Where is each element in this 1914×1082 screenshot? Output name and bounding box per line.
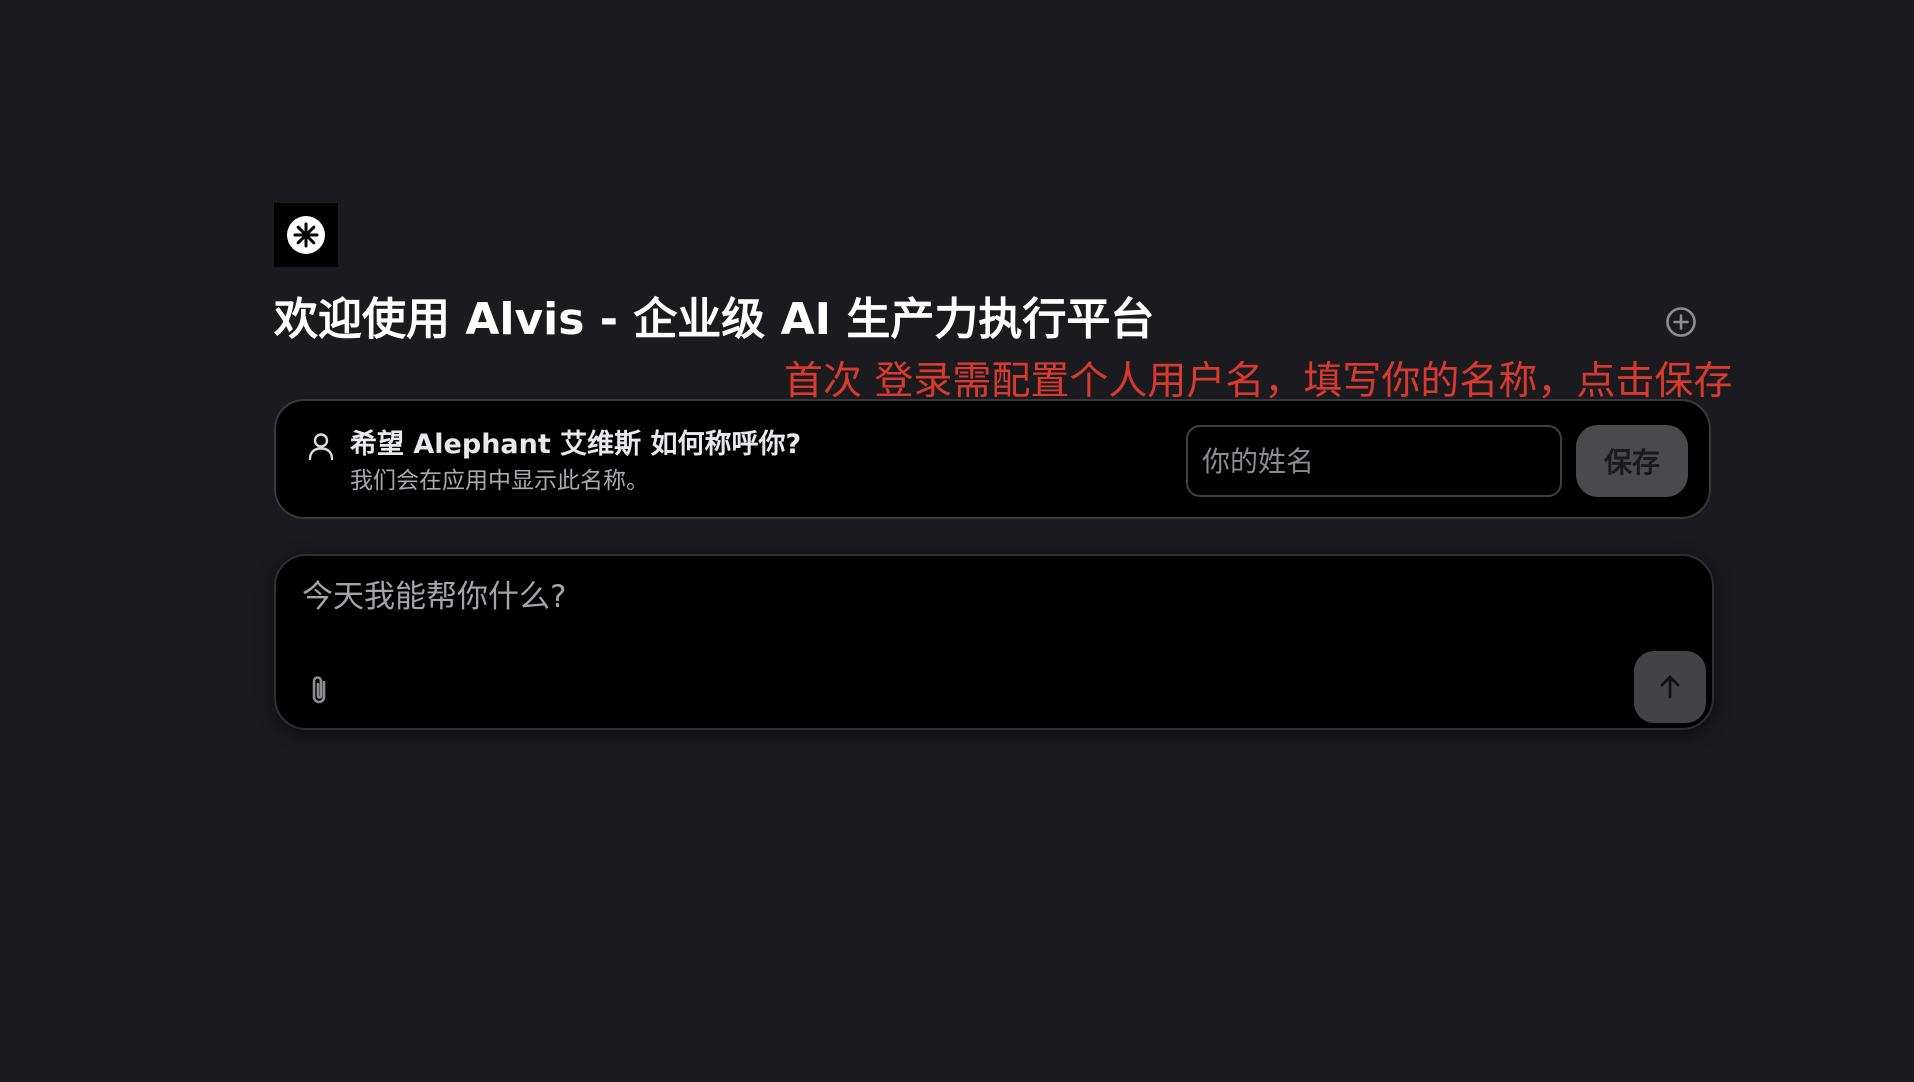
paperclip-icon: [312, 676, 326, 704]
asterisk-circle-logo-icon: [287, 216, 325, 254]
attach-button[interactable]: [304, 672, 336, 708]
setup-annotation: 首次 登录需配置个人用户名，填写你的名称，点击保存: [784, 359, 1733, 404]
chat-composer: [274, 554, 1714, 730]
send-button[interactable]: [1634, 651, 1706, 723]
name-prompt-subtext: 我们会在应用中显示此名称。: [350, 468, 649, 494]
page: 欢迎使用 Alvis - 企业级 AI 生产力执行平台 首次 登录需配置个人用户…: [0, 0, 1914, 1082]
save-button[interactable]: 保存: [1576, 425, 1688, 497]
arrow-up-icon: [1660, 675, 1680, 699]
user-icon: [308, 433, 334, 461]
name-prompt-card: 希望 Alephant 艾维斯 如何称呼你? 我们会在应用中显示此名称。 保存: [274, 399, 1711, 519]
chat-input[interactable]: [302, 574, 1502, 638]
name-input[interactable]: [1186, 425, 1562, 497]
page-title: 欢迎使用 Alvis - 企业级 AI 生产力执行平台: [274, 294, 1155, 345]
plus-circle-icon: [1666, 307, 1696, 337]
name-prompt-heading: 希望 Alephant 艾维斯 如何称呼你?: [350, 429, 802, 460]
new-chat-button[interactable]: [1664, 305, 1698, 339]
app-logo: [274, 203, 338, 267]
